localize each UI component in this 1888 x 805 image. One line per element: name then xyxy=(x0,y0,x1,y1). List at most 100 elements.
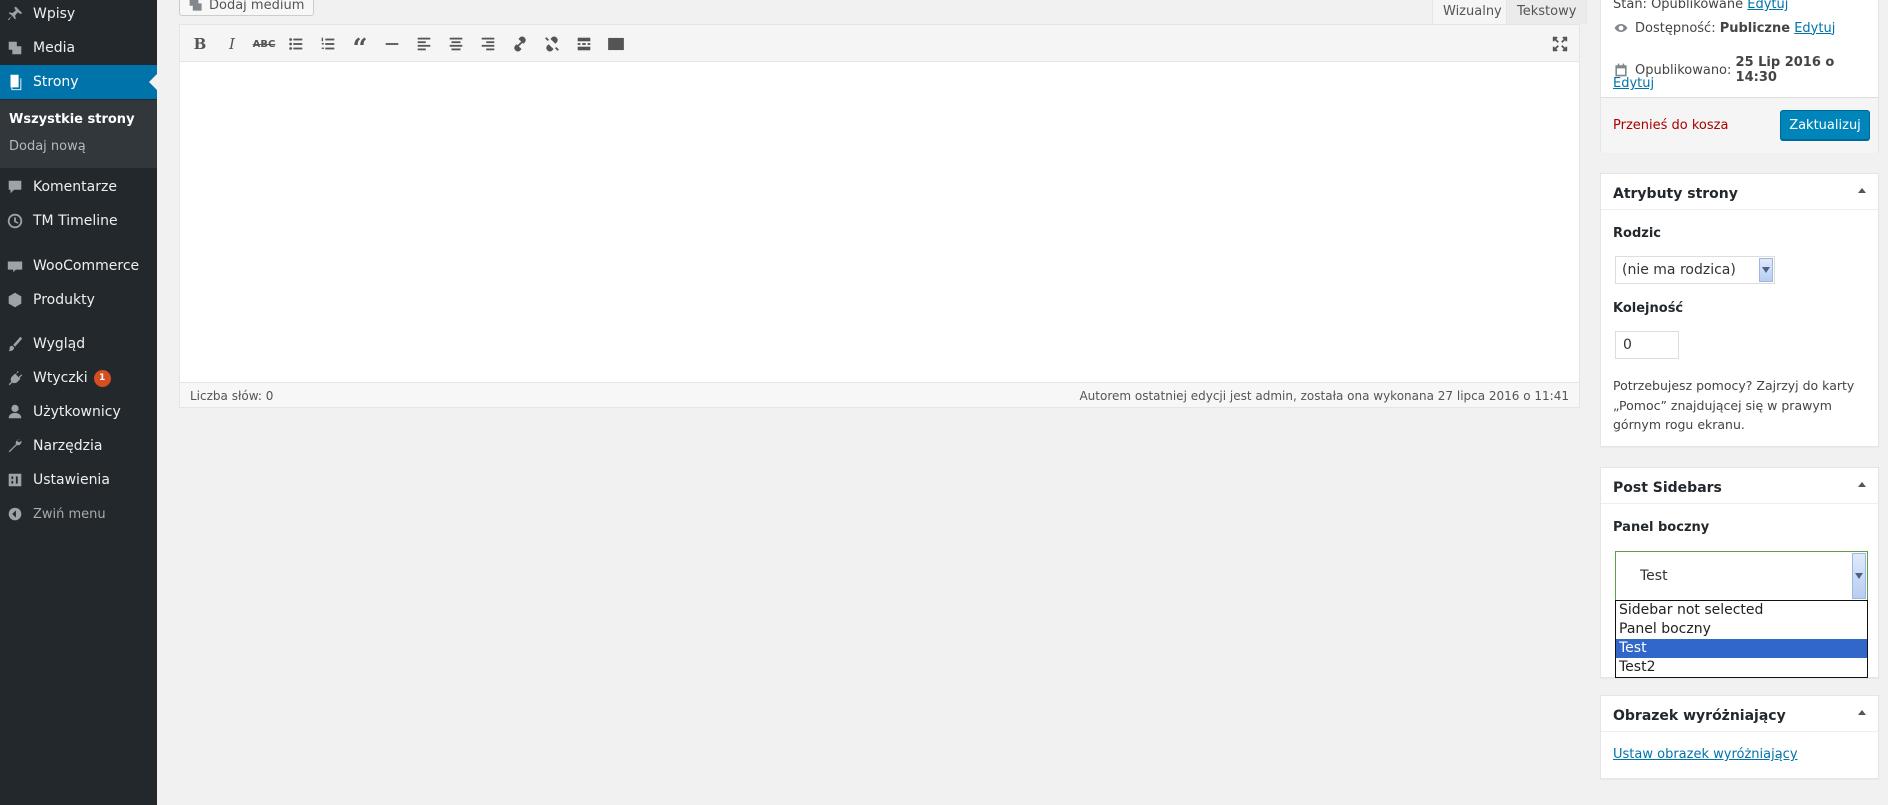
parent-select-value: (nie ma rodzica) xyxy=(1622,262,1736,278)
menu-item-woocommerce[interactable]: WooCommerce xyxy=(0,249,157,283)
help-line: Potrzebujesz pomocy? Zajrzyj do karty xyxy=(1613,378,1855,393)
menu-label: Komentarze xyxy=(33,179,117,195)
horizontal-rule-icon[interactable] xyxy=(381,33,403,55)
collapse-menu-button[interactable]: Zwiń menu xyxy=(0,497,157,531)
menu-item-products[interactable]: Produkty xyxy=(0,283,157,317)
parent-select[interactable]: (nie ma rodzica) xyxy=(1615,256,1775,284)
submenu-all-pages[interactable]: Wszystkie strony xyxy=(9,112,135,127)
read-more-icon[interactable] xyxy=(573,33,595,55)
sidebar-select-label: Panel boczny xyxy=(1613,520,1710,535)
link-icon[interactable] xyxy=(509,33,531,55)
menu-label: Strony xyxy=(33,74,79,90)
status-row: Stan: Opublikowane Edytuj xyxy=(1613,0,1788,12)
fullscreen-icon[interactable] xyxy=(1549,33,1571,55)
media-icon xyxy=(5,38,25,58)
featured-image-box: Obrazek wyróżniający Ustaw obrazek wyróż… xyxy=(1600,695,1879,779)
menu-label: Narzędzia xyxy=(33,438,103,454)
chevron-down-icon xyxy=(1759,258,1773,282)
menu-item-appearance[interactable]: Wygląd xyxy=(0,327,157,361)
align-left-icon[interactable] xyxy=(413,33,435,55)
menu-item-tools[interactable]: Narzędzia xyxy=(0,429,157,463)
menu-item-posts[interactable]: Wpisy xyxy=(0,0,157,31)
pages-icon xyxy=(5,72,25,92)
published-edit-link[interactable]: Edytuj xyxy=(1613,76,1654,91)
menu-item-media[interactable]: Media xyxy=(0,31,157,65)
menu-item-pages[interactable]: Strony xyxy=(0,65,157,99)
sidebar-dropdown-list: Sidebar not selected Panel boczny Test T… xyxy=(1615,600,1868,678)
menu-item-tm-timeline[interactable]: TM Timeline xyxy=(0,204,157,238)
set-featured-image-link[interactable]: Ustaw obrazek wyróżniający xyxy=(1613,747,1798,762)
status-label: Stan: Opublikowane xyxy=(1613,0,1744,12)
trash-link[interactable]: Przenieś do kosza xyxy=(1613,118,1728,133)
menu-label: Wtyczki xyxy=(33,370,88,386)
add-media-button[interactable]: Dodaj medium xyxy=(179,0,315,16)
align-center-icon[interactable] xyxy=(445,33,467,55)
pages-submenu: Wszystkie strony Dodaj nową xyxy=(0,100,157,168)
products-icon xyxy=(5,290,25,310)
last-edit-info: Autorem ostatniej edycji jest admin, zos… xyxy=(1079,389,1569,403)
parent-label: Rodzic xyxy=(1613,226,1661,241)
visibility-value: Publiczne xyxy=(1719,20,1791,36)
page-attributes-title[interactable]: Atrybuty strony xyxy=(1601,174,1878,210)
visibility-edit-link[interactable]: Edytuj xyxy=(1794,21,1835,36)
menu-item-settings[interactable]: Ustawienia xyxy=(0,463,157,497)
sidebar-select-value: Test xyxy=(1640,568,1668,584)
menu-label: Wygląd xyxy=(33,336,86,352)
bullet-list-icon[interactable] xyxy=(285,33,307,55)
collapse-label: Zwiń menu xyxy=(33,506,106,522)
dropdown-option-selected[interactable]: Test xyxy=(1616,639,1867,658)
admin-menu: Wpisy Media Strony Wszystkie strony Doda… xyxy=(0,0,157,805)
published-value: 25 Lip 2016 o 14:30 xyxy=(1735,55,1835,85)
status-edit-link[interactable]: Edytuj xyxy=(1747,0,1788,12)
users-icon xyxy=(5,402,25,422)
submenu-add-new[interactable]: Dodaj nową xyxy=(9,139,86,154)
menu-label: Media xyxy=(33,40,76,56)
featured-image-title[interactable]: Obrazek wyróżniający xyxy=(1601,696,1878,732)
dropdown-option[interactable]: Panel boczny xyxy=(1616,620,1867,639)
align-right-icon[interactable] xyxy=(477,33,499,55)
comments-icon xyxy=(5,177,25,197)
dropdown-option[interactable]: Sidebar not selected xyxy=(1616,601,1867,620)
tab-visual[interactable]: Wizualny xyxy=(1432,0,1513,24)
toggle-arrow-icon[interactable] xyxy=(1858,710,1866,715)
update-button[interactable]: Zaktualizuj xyxy=(1780,110,1870,140)
collapse-arrow-icon xyxy=(5,504,25,524)
wrench-icon xyxy=(5,436,25,456)
unlink-icon[interactable] xyxy=(541,33,563,55)
bold-icon[interactable]: B xyxy=(189,33,211,55)
sidebar-select[interactable]: Test xyxy=(1615,551,1868,601)
help-line: „Pomoc” znajdującej się w prawym xyxy=(1613,397,1832,413)
settings-icon xyxy=(5,470,25,490)
chevron-down-icon xyxy=(1852,553,1866,599)
brush-icon xyxy=(5,334,25,354)
post-sidebars-title[interactable]: Post Sidebars xyxy=(1601,468,1878,504)
editor-status-bar: Liczba słów: 0 Autorem ostatniej edycji … xyxy=(180,382,1579,407)
menu-item-plugins[interactable]: Wtyczki 1 xyxy=(0,361,157,395)
menu-label: WooCommerce xyxy=(33,258,140,274)
post-sidebars-title-text: Post Sidebars xyxy=(1613,480,1722,496)
publish-actions: Przenieś do kosza Zaktualizuj xyxy=(1601,97,1878,153)
toolbar-toggle-icon[interactable] xyxy=(605,33,627,55)
menu-item-users[interactable]: Użytkownicy xyxy=(0,395,157,429)
add-media-label: Dodaj medium xyxy=(209,0,305,13)
editor-content-area[interactable] xyxy=(180,62,1579,383)
numbered-list-icon[interactable] xyxy=(317,33,339,55)
toggle-arrow-icon[interactable] xyxy=(1858,188,1866,193)
menu-label: Użytkownicy xyxy=(33,404,121,420)
toggle-arrow-icon[interactable] xyxy=(1858,482,1866,487)
word-count: Liczba słów: 0 xyxy=(190,389,274,403)
tab-text[interactable]: Tekstowy xyxy=(1506,0,1588,24)
dropdown-option[interactable]: Test2 xyxy=(1616,658,1867,677)
menu-item-comments[interactable]: Komentarze xyxy=(0,170,157,204)
publish-box: Stan: Opublikowane Edytuj Dostępność: Pu… xyxy=(1600,0,1879,153)
page-attributes-title-text: Atrybuty strony xyxy=(1613,186,1738,202)
help-line: górnym rogu ekranu. xyxy=(1613,417,1745,432)
eye-icon xyxy=(1613,20,1629,36)
italic-icon[interactable]: I xyxy=(221,33,243,55)
strikethrough-icon[interactable]: ABC xyxy=(253,33,276,55)
woo-icon xyxy=(5,256,25,276)
order-label: Kolejność xyxy=(1613,301,1684,316)
editor-box: B I ABC “ Liczba słów: 0 Autorem ostatni… xyxy=(179,24,1580,408)
order-input[interactable]: 0 xyxy=(1615,331,1679,359)
blockquote-icon[interactable]: “ xyxy=(349,33,371,64)
